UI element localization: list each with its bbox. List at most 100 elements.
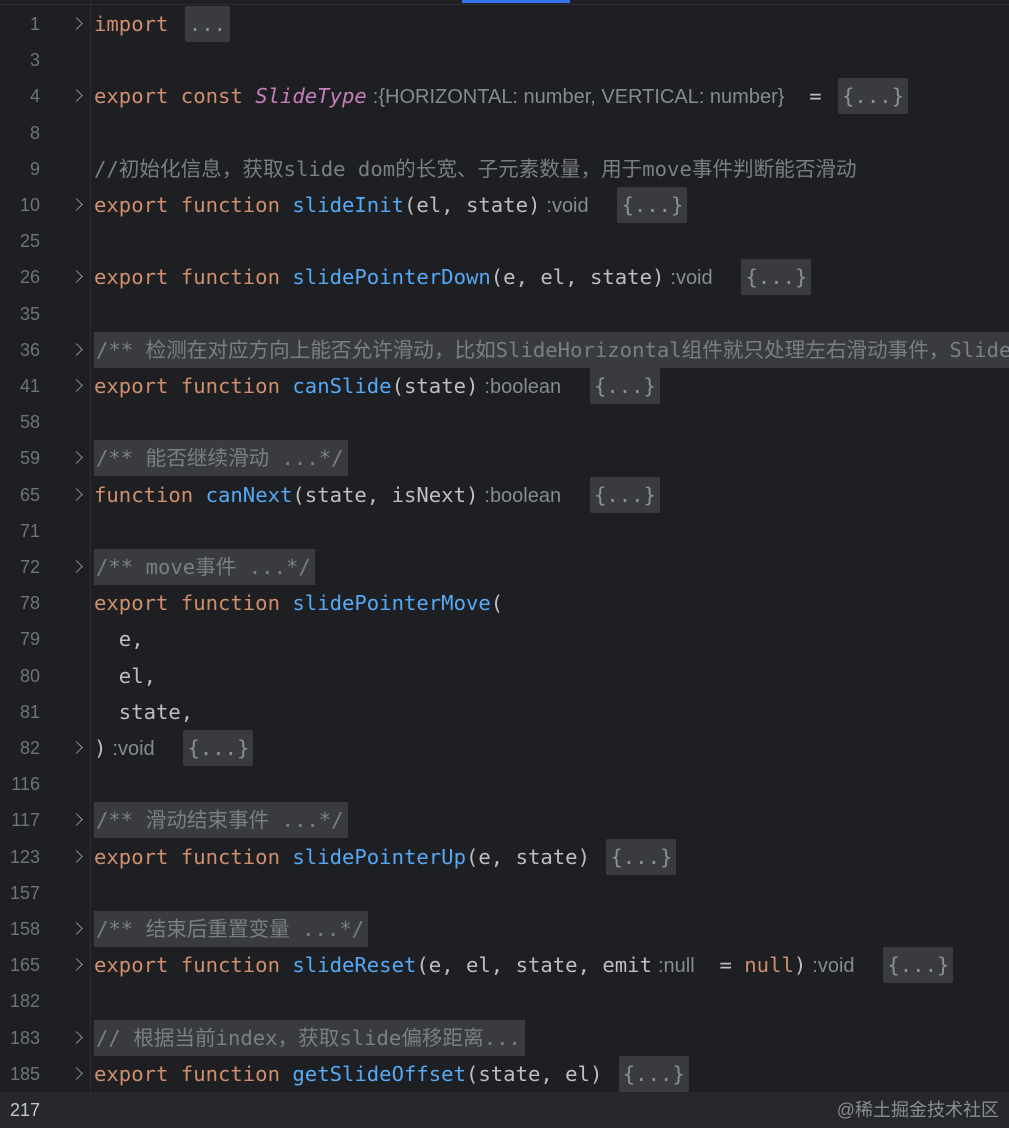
code-line[interactable]: 59 /** 能否继续滑动 ...*/ xyxy=(0,440,1009,477)
code-line[interactable]: 165 export function slideReset(e, el, sta… xyxy=(0,947,1009,984)
code-line[interactable]: 82):void {...} xyxy=(0,730,1009,766)
code-line[interactable]: 3 xyxy=(0,42,1009,78)
code-line[interactable]: 78 export function slidePointerMove( xyxy=(0,585,1009,621)
code-line[interactable]: 116 xyxy=(0,766,1009,802)
keyword-token: export function xyxy=(94,591,293,616)
code-line[interactable]: 117 /** 滑动结束事件 ...*/ xyxy=(0,802,1009,839)
constant-name-token: SlideType xyxy=(255,84,367,109)
code-line[interactable]: 158 /** 结束后重置变量 ...*/ xyxy=(0,911,1009,947)
code-line[interactable]: 71 xyxy=(0,513,1009,549)
code-line[interactable]: 8 xyxy=(0,115,1009,151)
code-editor[interactable]: 1 import ... 3 4 export const SlideType:{HOR… xyxy=(0,0,1009,1128)
keyword-token: null xyxy=(744,953,794,978)
fold-chevron-icon[interactable] xyxy=(70,379,83,392)
code-token: (state) xyxy=(391,374,479,398)
code-line[interactable]: 4 export const SlideType:{HORIZONTAL: num… xyxy=(0,78,1009,115)
active-tab-indicator xyxy=(462,0,570,3)
line-number: 182 xyxy=(9,991,40,1012)
code-line[interactable]: 79 e, xyxy=(0,621,1009,657)
code-line[interactable]: 41 export function canSlide(state):boolea… xyxy=(0,368,1009,404)
folded-block-placeholder[interactable]: {...} xyxy=(606,838,677,875)
fold-chevron-icon[interactable] xyxy=(70,17,83,30)
code-line[interactable]: 25 xyxy=(0,223,1009,259)
folded-block-placeholder[interactable]: {...} xyxy=(838,78,909,115)
folded-comment[interactable]: // 根据当前index，获取slide偏移距离... xyxy=(94,1019,525,1056)
line-number: 165 xyxy=(9,955,40,976)
code-line[interactable]: 123 export function slidePointerUp(e, sta… xyxy=(0,838,1009,875)
code-line[interactable]: 157 xyxy=(0,875,1009,911)
fold-chevron-icon[interactable] xyxy=(70,741,83,754)
function-name-token: canSlide xyxy=(292,374,392,398)
code-text: export function getSlideOffset(state, el… xyxy=(94,1055,689,1092)
code-line[interactable]: 26 export function slidePointerDown(e, el… xyxy=(0,259,1009,296)
code-token: el, xyxy=(94,663,156,688)
line-number: 71 xyxy=(19,520,40,541)
code-text: /** 滑动结束事件 ...*/ xyxy=(94,802,348,839)
code-line[interactable]: 65 function canNext(state, isNext):boolea… xyxy=(0,476,1009,514)
folded-comment[interactable]: /** 能否继续滑动 ...*/ xyxy=(94,440,348,477)
code-text: //初始化信息，获取slide dom的长宽、子元素数量，用于move事件判断能… xyxy=(94,151,857,187)
fold-chevron-icon[interactable] xyxy=(70,958,83,972)
fold-chevron-icon[interactable] xyxy=(70,813,83,827)
fold-chevron-icon[interactable] xyxy=(70,1030,83,1044)
code-line[interactable]: 183 // 根据当前index，获取slide偏移距离... xyxy=(0,1019,1009,1056)
keyword-token: export function xyxy=(94,193,293,217)
keyword-token: export function xyxy=(94,265,293,290)
folded-comment[interactable]: /** 结束后重置变量 ...*/ xyxy=(94,911,369,947)
fold-chevron-icon[interactable] xyxy=(70,270,83,284)
code-line[interactable]: 182 xyxy=(0,983,1009,1019)
folded-comment[interactable]: /** 检测在对应方向上能否允许滑动，比如SlideHorizontal组件就只… xyxy=(94,331,1009,368)
folded-block-placeholder[interactable]: {...} xyxy=(618,1055,689,1092)
folded-block-placeholder[interactable]: {...} xyxy=(183,730,254,766)
folded-comment[interactable]: /** move事件 ...*/ xyxy=(94,549,315,585)
code-token: ) xyxy=(94,736,107,760)
code-line[interactable]: 10 export function slideInit(el, state):v… xyxy=(0,187,1009,223)
line-number: 158 xyxy=(9,919,40,939)
folded-block-placeholder[interactable]: ... xyxy=(184,6,231,42)
keyword-token: export function xyxy=(94,953,293,978)
code-line[interactable]: 36 /** 检测在对应方向上能否允许滑动，比如SlideHorizontal组件… xyxy=(0,331,1009,368)
fold-chevron-icon[interactable] xyxy=(70,487,83,501)
code-line[interactable]: 58 xyxy=(0,404,1009,440)
code-text: ):void {...} xyxy=(94,730,254,767)
code-line[interactable]: 81 state, xyxy=(0,694,1009,730)
code-text: function canNext(state, isNext):boolean … xyxy=(94,476,660,514)
folded-comment[interactable]: /** 滑动结束事件 ...*/ xyxy=(94,802,348,839)
code-token: (state, el) xyxy=(465,1061,615,1086)
folded-block-placeholder[interactable]: {...} xyxy=(589,368,660,404)
folded-block-placeholder[interactable]: {...} xyxy=(741,259,812,296)
fold-chevron-icon[interactable] xyxy=(70,1066,83,1080)
code-token: e, xyxy=(94,627,144,652)
line-number: 25 xyxy=(19,231,40,252)
function-name-token: slidePointerUp xyxy=(292,844,466,869)
line-number: 185 xyxy=(9,1063,40,1084)
fold-chevron-icon[interactable] xyxy=(70,89,83,103)
code-token: state, xyxy=(94,699,194,724)
fold-chevron-icon[interactable] xyxy=(70,451,83,465)
folded-block-placeholder[interactable]: {...} xyxy=(617,187,688,223)
fold-chevron-icon[interactable] xyxy=(70,560,83,573)
code-text: el, xyxy=(94,658,156,694)
fold-chevron-icon[interactable] xyxy=(70,198,83,211)
code-line[interactable]: 72 /** move事件 ...*/ xyxy=(0,549,1009,585)
fold-chevron-icon[interactable] xyxy=(70,342,83,356)
code-line[interactable]: 1 import ... xyxy=(0,6,1009,42)
code-line[interactable]: 80 el, xyxy=(0,658,1009,694)
folded-block-placeholder[interactable]: {...} xyxy=(883,947,954,984)
line-number: 36 xyxy=(19,339,40,360)
folded-block-placeholder[interactable]: {...} xyxy=(589,476,660,513)
type-hint: boolean xyxy=(489,484,562,507)
line-number: 10 xyxy=(19,195,40,215)
fold-chevron-icon[interactable] xyxy=(70,922,83,935)
code-text: export function slidePointerDown(e, el, … xyxy=(94,259,812,296)
fold-chevron-icon[interactable] xyxy=(70,849,83,863)
code-line[interactable]: 185 export function getSlideOffset(state,… xyxy=(0,1055,1009,1092)
comment-token: //初始化信息，获取slide dom的长宽、子元素数量，用于move事件判断能… xyxy=(94,156,857,181)
code-line[interactable]: 35 xyxy=(0,296,1009,332)
code-line[interactable]: 9 //初始化信息，获取slide dom的长宽、子元素数量，用于move事件判断… xyxy=(0,151,1009,187)
